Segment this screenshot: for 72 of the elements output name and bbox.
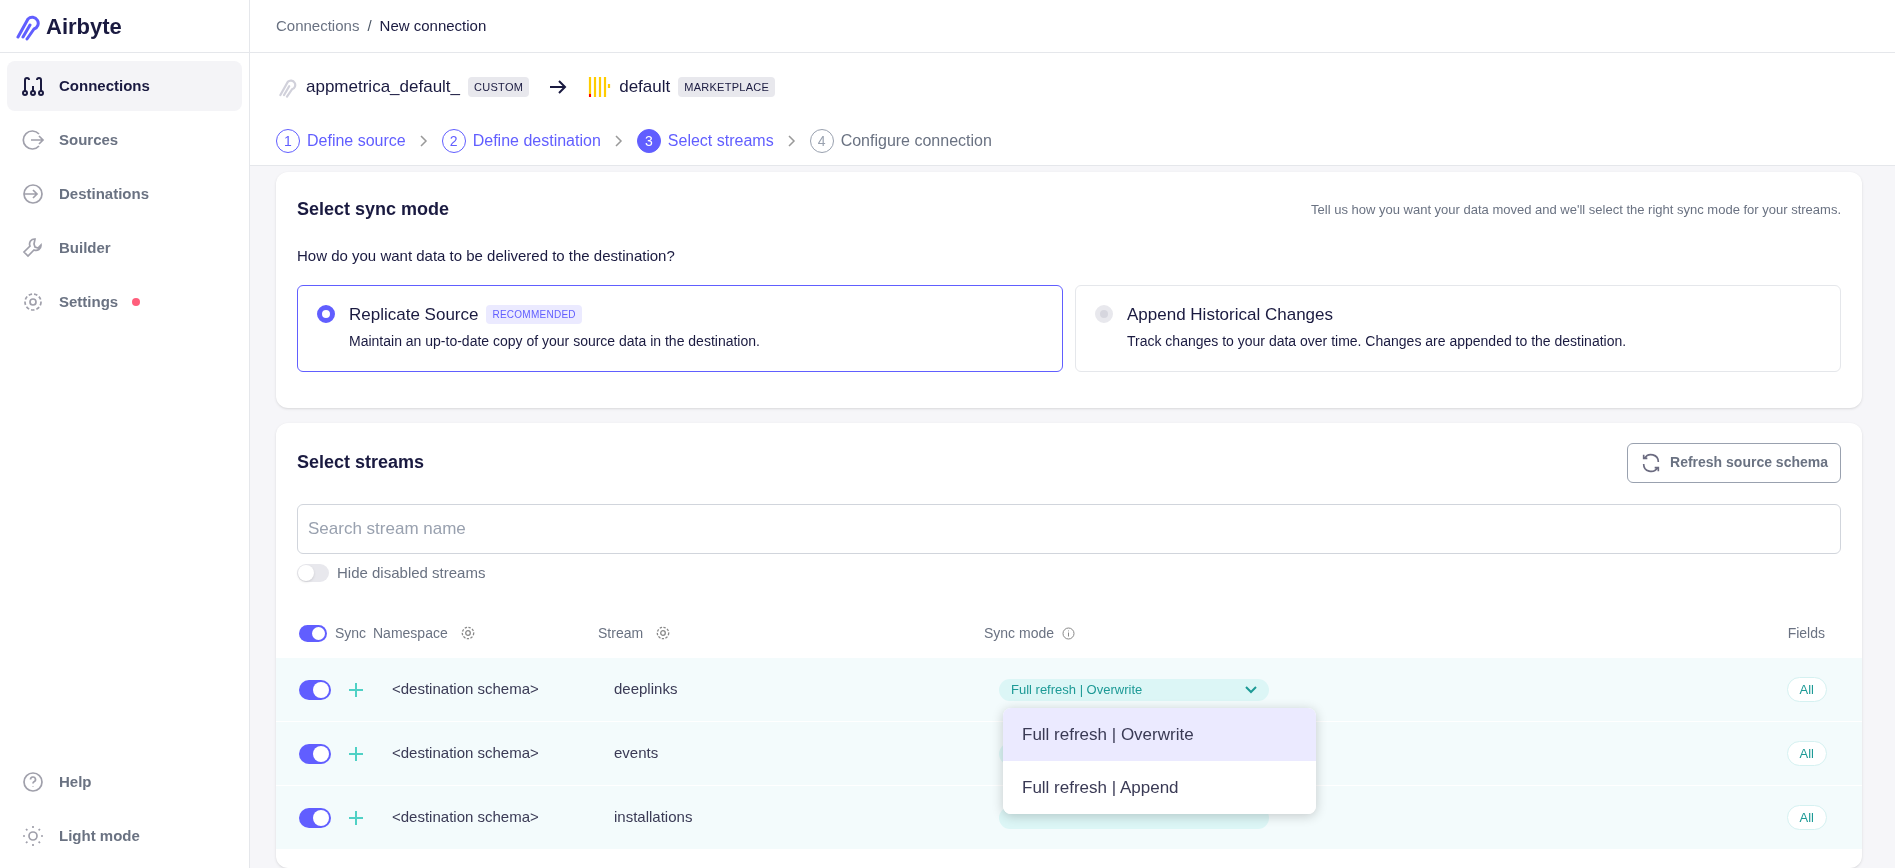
sidebar-item[interactable]: Connections [7, 61, 242, 111]
option-description: Maintain an up-to-date copy of your source data in the destination. [349, 332, 760, 351]
sync-all-toggle[interactable] [299, 624, 327, 642]
sidebar-item[interactable]: Help [7, 761, 242, 803]
info-icon[interactable] [1062, 626, 1076, 640]
section-title: Select sync mode [297, 198, 450, 221]
dropdown-option[interactable]: Full refresh | Append [1003, 761, 1316, 814]
sync-toggle[interactable] [299, 807, 331, 828]
step: 1 Define source [276, 129, 406, 153]
section-title: Select streams [297, 451, 425, 474]
namespace-text: <destination schema> [392, 743, 540, 764]
dropdown-option[interactable]: Full refresh | Overwrite [1003, 708, 1316, 761]
plus-icon[interactable] [348, 681, 364, 698]
chevron-down-icon [1245, 685, 1257, 694]
sidebar-item[interactable]: Builder [7, 223, 242, 273]
step: 2 Define destination [441, 129, 601, 153]
column-header: Sync mode [984, 623, 1055, 643]
question-text: How do you want data to be delivered to the destination? [297, 246, 676, 266]
chevron-right-icon [419, 135, 428, 147]
wrench-icon [21, 236, 45, 260]
sidebar-item[interactable]: Destinations [7, 169, 242, 219]
sun-icon [21, 824, 45, 848]
column-header: Namespace [373, 623, 448, 643]
plus-icon[interactable] [348, 745, 364, 762]
radio-button[interactable] [317, 304, 335, 323]
arrow-right-icon [549, 80, 568, 94]
breadcrumb-link[interactable]: Connections [276, 14, 360, 38]
step: 4 Configure connection [809, 129, 992, 153]
namespace-text: <destination schema> [392, 679, 540, 700]
step: 3 Select streams [636, 129, 774, 153]
refresh-schema-button[interactable]: Refresh source schema [1627, 442, 1841, 483]
settings-icon[interactable] [655, 625, 672, 641]
option-title: Append Historical Changes [1127, 303, 1333, 326]
source-name: appmetrica_default_ [306, 76, 461, 99]
sync-mode-option[interactable]: Replicate Source RECOMMENDED Maintain an up-to-date copy of your source data in the destination. [297, 284, 1063, 372]
arrow-in-circle-icon [21, 182, 45, 206]
sidebar-item[interactable]: Sources [7, 115, 242, 165]
fields-pill[interactable]: All [1786, 676, 1827, 703]
help-icon [21, 770, 45, 794]
option-description: Track changes to your data over time. Changes are appended to the destination. [1127, 332, 1627, 351]
connections-icon [21, 74, 45, 98]
settings-icon[interactable] [459, 625, 476, 641]
stream-name: installations [614, 807, 694, 828]
recommended-badge: RECOMMENDED [486, 304, 582, 324]
sync-toggle[interactable] [299, 679, 331, 700]
fields-pill[interactable]: All [1786, 740, 1827, 767]
destination-name: default [619, 76, 671, 99]
chevron-right-icon [614, 135, 623, 147]
plus-icon[interactable] [348, 809, 364, 826]
source-tag: CUSTOM [468, 76, 530, 98]
logo-text: Airbyte [46, 12, 122, 41]
toggle-label: Hide disabled streams [337, 562, 486, 583]
breadcrumb-current: New connection [379, 15, 487, 36]
sidebar-item[interactable]: Light mode [7, 815, 242, 857]
column-header: Fields [1787, 623, 1826, 643]
destination-logo-icon [587, 75, 612, 99]
destination-tag: MARKETPLACE [678, 76, 776, 98]
settings-icon [21, 290, 45, 314]
chevron-right-icon [787, 135, 796, 147]
sync-mode-select[interactable]: Full refresh | Overwrite [999, 678, 1269, 701]
sync-toggle[interactable] [299, 743, 331, 764]
namespace-text: <destination schema> [392, 807, 540, 828]
column-header: Stream [598, 623, 644, 643]
fields-pill[interactable]: All [1786, 804, 1827, 831]
section-hint: Tell us how you want your data moved and we'll select the right sync mode for your streams. [1311, 200, 1841, 219]
sidebar-item[interactable]: Settings [7, 277, 242, 327]
option-title: Replicate Source [349, 303, 479, 326]
search-field[interactable]: Search stream name [297, 503, 1841, 554]
stream-name: deeplinks [614, 679, 679, 700]
stream-name: events [614, 743, 660, 764]
breadcrumb-separator: / [367, 15, 372, 36]
column-header: Sync [335, 623, 367, 643]
